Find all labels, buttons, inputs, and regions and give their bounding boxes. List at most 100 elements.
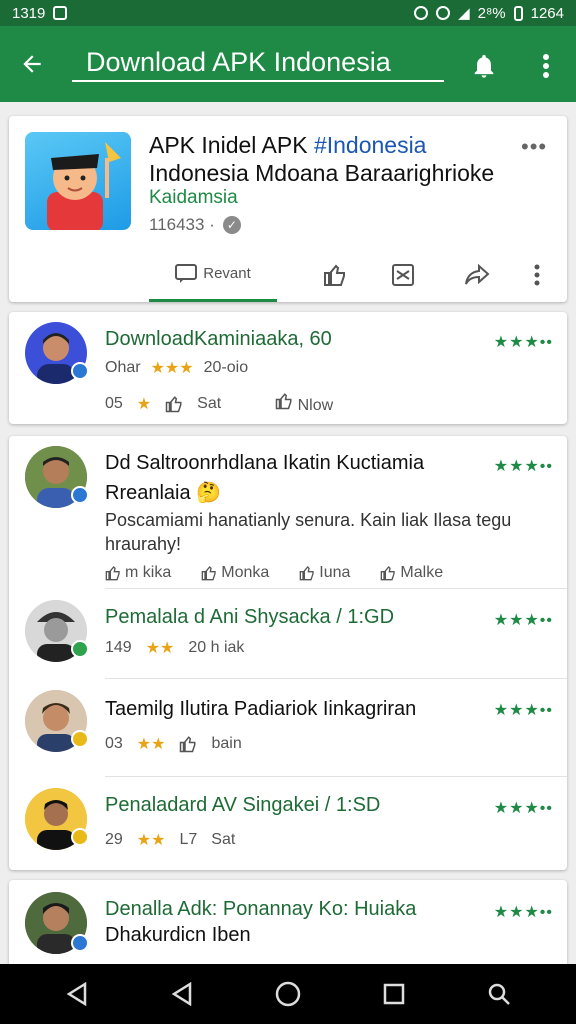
image-flag-icon — [392, 264, 414, 286]
like-label[interactable]: Sat — [197, 395, 221, 413]
gold-star: ★ — [136, 395, 152, 413]
review-number: 05 — [105, 394, 123, 412]
verified-icon: ✓ — [222, 216, 241, 234]
thumb-up-icon[interactable] — [179, 735, 197, 753]
verified-badge-icon — [71, 934, 89, 952]
home-circle-icon[interactable] — [268, 974, 308, 1014]
reviewer-name[interactable]: Pemalala d Ani Shysacka / 1:GD — [105, 606, 394, 629]
action-label: m kika — [125, 564, 172, 581]
app-card: APK Inidel APK #Indonesia Indonesia Mdoa… — [9, 116, 567, 302]
battery-icon — [513, 5, 523, 21]
reviewer-name[interactable]: Penaladard AV Singakei / 1:SD — [105, 794, 380, 817]
action-like[interactable]: m kika — [105, 564, 171, 582]
reviewer-name-line2: Dhakurdicn Iben — [105, 924, 251, 946]
thumb-up-icon[interactable] — [165, 395, 183, 413]
now-action[interactable]: Nlow — [275, 392, 333, 415]
rating-stars: ★★★•• — [493, 904, 553, 921]
action-monka[interactable]: Monka — [201, 564, 269, 582]
app-title-hashtag[interactable]: #Indonesia — [314, 132, 427, 158]
download-count-text: 116433 · — [149, 215, 215, 234]
review-meta: Ohar ★★★ 20-oio — [105, 358, 248, 378]
review-card: Dd Saltroonrhdlana Ikatin Kuctiamia Rrea… — [9, 436, 567, 870]
thumb-up-icon — [381, 566, 396, 581]
rating-stars: ★★★•• — [493, 702, 553, 719]
back-arrow-icon[interactable] — [0, 26, 64, 102]
rating-stars: ★★★•• — [493, 334, 553, 351]
meta-number: 149 — [105, 639, 132, 656]
search-icon[interactable] — [479, 974, 519, 1014]
online-badge-icon — [71, 640, 89, 658]
reviewer-name[interactable]: DownloadKaminiaaka, 60 — [105, 328, 332, 351]
thumb-up-icon — [201, 566, 216, 581]
review-text: Poscamiami hanatianly senura. Kain liak … — [105, 510, 512, 554]
meta-number: 03 — [105, 735, 123, 752]
reviewer-name[interactable]: Denalla Adk: Ponannay Ko: Huiaka — [105, 898, 416, 921]
bell-icon[interactable] — [464, 46, 504, 86]
meta-prefix: Ohar — [105, 359, 141, 376]
tab-relevant-label: Revant — [203, 265, 251, 282]
like-label[interactable]: Sat — [211, 831, 235, 849]
action-label: Iuna — [319, 564, 351, 581]
gold-badge-icon — [71, 828, 89, 846]
app-icon[interactable] — [25, 132, 131, 230]
image-notification-icon — [53, 6, 68, 20]
review-card: DownloadKaminiaaka, 60 ★★★•• Ohar ★★★ 20… — [9, 312, 567, 424]
app-action-row: Revant — [9, 248, 567, 302]
status-clock: 1264 — [530, 4, 564, 22]
review-meta: 03 ★★ bain — [105, 734, 242, 754]
back-triangle-icon[interactable] — [57, 974, 97, 1014]
review-time: L7 — [179, 831, 198, 848]
review-time: 20-oio — [203, 359, 249, 376]
alarm-icon — [414, 6, 429, 20]
tab-relevant[interactable]: Revant — [149, 248, 277, 302]
review-actions: 05 ★ Sat Nlow — [105, 392, 333, 415]
divider — [105, 678, 567, 679]
gold-stars: ★★ — [136, 736, 166, 753]
like-label[interactable]: bain — [211, 735, 241, 753]
divider — [105, 776, 567, 777]
review-meta: 29 ★★ L7 Sat — [105, 830, 235, 850]
review-card: Denalla Adk: Ponannay Ko: Huiaka Dhakurd… — [9, 880, 567, 970]
app-bar: Download APK Indonesia — [0, 26, 576, 102]
gold-stars: ★★ — [145, 640, 175, 657]
verified-badge-icon — [71, 362, 89, 380]
review-action-row: m kika Monka Iuna Malke — [105, 564, 443, 582]
app-title: APK Inidel APK #Indonesia — [149, 132, 426, 159]
battery-percent: 2⁸% — [477, 4, 506, 22]
system-nav-bar — [0, 964, 576, 1024]
gold-badge-icon — [71, 730, 89, 748]
review-time: 20 h iak — [188, 639, 245, 656]
comment-icon — [175, 263, 198, 283]
reviewer-name[interactable]: Taemilg Ilutira Padiariok Iinkagriran — [105, 698, 416, 721]
share-button[interactable] — [447, 248, 507, 302]
app-developer[interactable]: Kaidamsia — [149, 187, 238, 209]
reviewer-name[interactable]: Dd Saltroonrhdlana Ikatin Kuctiamia — [105, 452, 424, 475]
more-vert-icon[interactable] — [528, 46, 564, 86]
rating-stars: ★★★•• — [493, 800, 553, 817]
rating-stars: ★★★•• — [493, 458, 553, 475]
app-subtitle: Indonesia Mdoana Baraarighrioke — [149, 160, 495, 186]
back-triangle-icon[interactable] — [162, 974, 202, 1014]
meta-number: 29 — [105, 831, 123, 848]
app-download-count: 116433 · ✓ — [149, 215, 241, 235]
review-meta: 149 ★★ 20 h iak — [105, 638, 244, 658]
thumb-up-icon — [275, 393, 292, 410]
action-malke[interactable]: Malke — [380, 564, 443, 582]
verified-badge-icon — [71, 486, 89, 504]
gold-stars: ★★ — [136, 832, 166, 849]
thumb-up-icon — [105, 566, 120, 581]
divider — [105, 588, 567, 589]
like-button[interactable] — [305, 248, 365, 302]
settings-icon — [436, 6, 451, 20]
recents-square-icon[interactable] — [374, 974, 414, 1014]
search-title-field[interactable]: Download APK Indonesia — [72, 40, 444, 82]
app-action-more-icon[interactable] — [519, 248, 555, 302]
wifi-icon: ◢ — [458, 5, 470, 22]
action-iuna[interactable]: Iuna — [299, 564, 350, 582]
action-label: Monka — [221, 564, 270, 581]
reviewer-name-line2: Rreanlaia 🤔 — [105, 482, 222, 504]
action-label: Malke — [400, 564, 444, 581]
share-arrow-icon — [465, 264, 490, 285]
flag-button[interactable] — [373, 248, 433, 302]
app-menu-icon[interactable]: ••• — [521, 134, 547, 160]
